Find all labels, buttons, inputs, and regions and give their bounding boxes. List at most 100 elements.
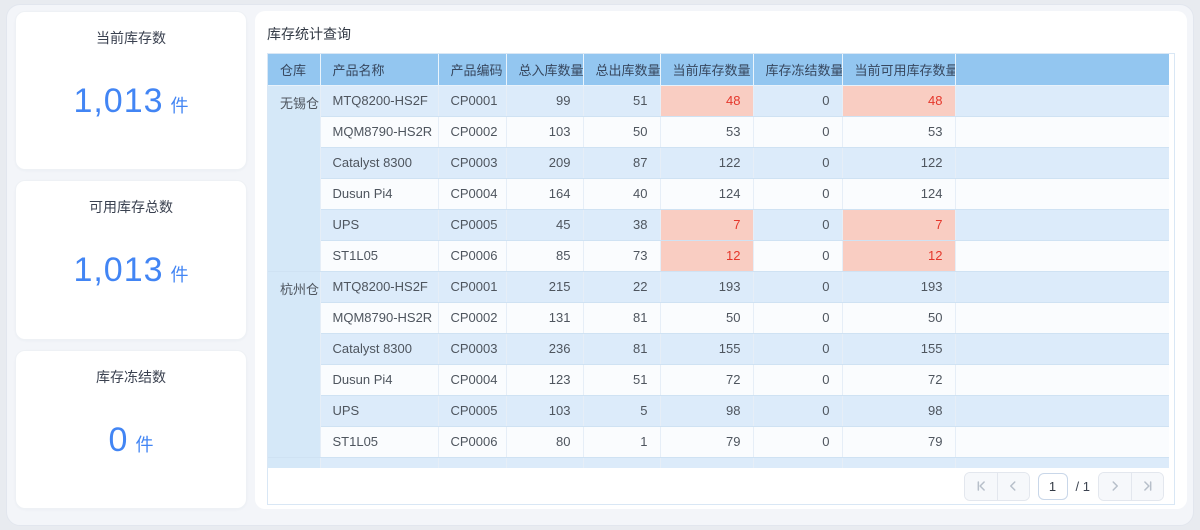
cell-total-out: 51 <box>583 85 661 117</box>
pagination-forward-group <box>1098 471 1164 501</box>
cell-current-stock: 122 <box>660 147 754 179</box>
cell-current-stock: 124 <box>660 178 754 210</box>
cell-available: 79 <box>842 426 956 458</box>
cell-product-code: CP0003 <box>438 333 507 365</box>
table-scroll-viewport[interactable]: 仓库 产品名称 产品编码 总入库数量 总出库数量 当前库存数量 库存冻结数量 当… <box>268 54 1169 468</box>
prev-page-button[interactable] <box>996 472 1029 500</box>
cell-total-out: 87 <box>583 147 661 179</box>
table-row-partial: 合计 <box>268 457 1169 468</box>
cell-product-name: ST1L05 <box>320 240 439 272</box>
cell-current-stock: 193 <box>660 271 754 303</box>
pagination-back-group <box>963 471 1030 501</box>
cell-total-in: 99 <box>506 85 584 117</box>
table-row: 无锡仓 MTQ8200-HS2F CP0001 99 51 48 0 48 <box>268 85 1169 272</box>
cell-total-in: 103 <box>506 116 584 148</box>
first-page-icon <box>977 481 985 491</box>
cell-frozen <box>753 457 843 468</box>
cell-product-name: UPS <box>320 209 439 241</box>
cell-frozen: 0 <box>753 395 843 427</box>
app-window: 当前库存数 1,013 件 可用库存总数 1,013 件 库存冻结数 0 件 库… <box>6 4 1194 526</box>
cell-available: 98 <box>842 395 956 427</box>
warehouse-cell: 杭州仓 <box>268 271 321 458</box>
table-row: 杭州仓 MTQ8200-HS2F CP0001 215 22 193 0 193 <box>268 271 1169 458</box>
cell-current-stock: 7 <box>660 209 754 241</box>
cell-available: 72 <box>842 364 956 396</box>
cell-product-code: CP0004 <box>438 364 507 396</box>
column-header-current: 当前库存数量 <box>660 54 754 86</box>
cell-frozen: 0 <box>753 116 843 148</box>
cell-total-out: 50 <box>583 116 661 148</box>
stat-unit: 件 <box>170 265 189 286</box>
first-page-button[interactable] <box>964 472 997 500</box>
table-row: UPS CP0005 45 38 7 0 7 <box>268 209 1169 241</box>
last-page-icon <box>1143 481 1151 491</box>
cell-product-name: ST1L05 <box>320 426 439 458</box>
cell-frozen: 0 <box>753 426 843 458</box>
cell-available: 155 <box>842 333 956 365</box>
cell-product-name: Catalyst 8300 <box>320 333 439 365</box>
page-separator: / <box>1075 478 1080 494</box>
cell-frozen: 0 <box>753 302 843 334</box>
prev-page-icon <box>1010 481 1016 491</box>
cell-available <box>842 457 956 468</box>
cell-product-code: CP0005 <box>438 395 507 427</box>
cell-total-in: 236 <box>506 333 584 365</box>
table-row: UPS CP0005 103 5 98 0 98 <box>268 395 1169 427</box>
cell-current-stock: 53 <box>660 116 754 148</box>
stats-sidebar: 当前库存数 1,013 件 可用库存总数 1,013 件 库存冻结数 0 件 <box>15 11 247 509</box>
table-row: MQM8790-HS2R CP0002 131 81 50 0 50 <box>268 302 1169 334</box>
cell-available: 193 <box>842 271 956 303</box>
summary-label-cell: 合计 <box>268 457 321 468</box>
cell-available: 7 <box>842 209 956 241</box>
cell-total-out: 51 <box>583 364 661 396</box>
cell-filler <box>955 364 1169 396</box>
cell-current-stock: 155 <box>660 333 754 365</box>
table-row: Catalyst 8300 CP0003 209 87 122 0 122 <box>268 147 1169 179</box>
total-pages: 1 <box>1082 478 1090 494</box>
warehouse-cell: 无锡仓 <box>268 85 321 272</box>
cell-available: 122 <box>842 147 956 179</box>
stat-value: 1,013 <box>73 251 164 290</box>
page-total-label: / 1 <box>1076 479 1090 494</box>
column-header-frozen: 库存冻结数量 <box>753 54 843 86</box>
cell-product-name: Dusun Pi4 <box>320 364 439 396</box>
cell-filler <box>955 240 1169 272</box>
stat-label: 可用库存总数 <box>89 199 173 216</box>
cell-total-out: 38 <box>583 209 661 241</box>
cell-filler <box>955 178 1169 210</box>
cell-total-in: 131 <box>506 302 584 334</box>
stat-value: 0 <box>108 420 129 459</box>
cell-total-in: 164 <box>506 178 584 210</box>
cell-total-in: 123 <box>506 364 584 396</box>
cell-product-name: Catalyst 8300 <box>320 147 439 179</box>
cell-total-in: 80 <box>506 426 584 458</box>
stat-value-row: 0 件 <box>109 387 154 508</box>
table-row: MQM8790-HS2R CP0002 103 50 53 0 53 <box>268 116 1169 148</box>
cell-product-code: CP0006 <box>438 426 507 458</box>
cell-product-code: CP0006 <box>438 240 507 272</box>
cell-total-out <box>583 457 661 468</box>
column-header-product-code: 产品编码 <box>438 54 507 86</box>
column-header-filler <box>955 54 1169 86</box>
cell-available: 12 <box>842 240 956 272</box>
cell-total-in: 45 <box>506 209 584 241</box>
cell-product-code: CP0001 <box>438 85 507 117</box>
stat-card-available-stock: 可用库存总数 1,013 件 <box>15 180 247 340</box>
cell-frozen: 0 <box>753 85 843 117</box>
cell-frozen: 0 <box>753 178 843 210</box>
cell-current-stock: 12 <box>660 240 754 272</box>
cell-product-name: MQM8790-HS2R <box>320 302 439 334</box>
cell-product-name: UPS <box>320 395 439 427</box>
last-page-button[interactable] <box>1131 472 1163 500</box>
cell-product-code: CP0002 <box>438 302 507 334</box>
cell-filler <box>955 457 1169 468</box>
cell-total-in <box>506 457 584 468</box>
table-row: Catalyst 8300 CP0003 236 81 155 0 155 <box>268 333 1169 365</box>
page-number-input[interactable] <box>1037 472 1068 500</box>
next-page-button[interactable] <box>1099 472 1131 500</box>
stat-value: 1,013 <box>73 82 164 121</box>
table-row: ST1L05 CP0006 80 1 79 0 79 <box>268 426 1169 458</box>
cell-total-out: 73 <box>583 240 661 272</box>
cell-total-out: 81 <box>583 333 661 365</box>
cell-frozen: 0 <box>753 333 843 365</box>
